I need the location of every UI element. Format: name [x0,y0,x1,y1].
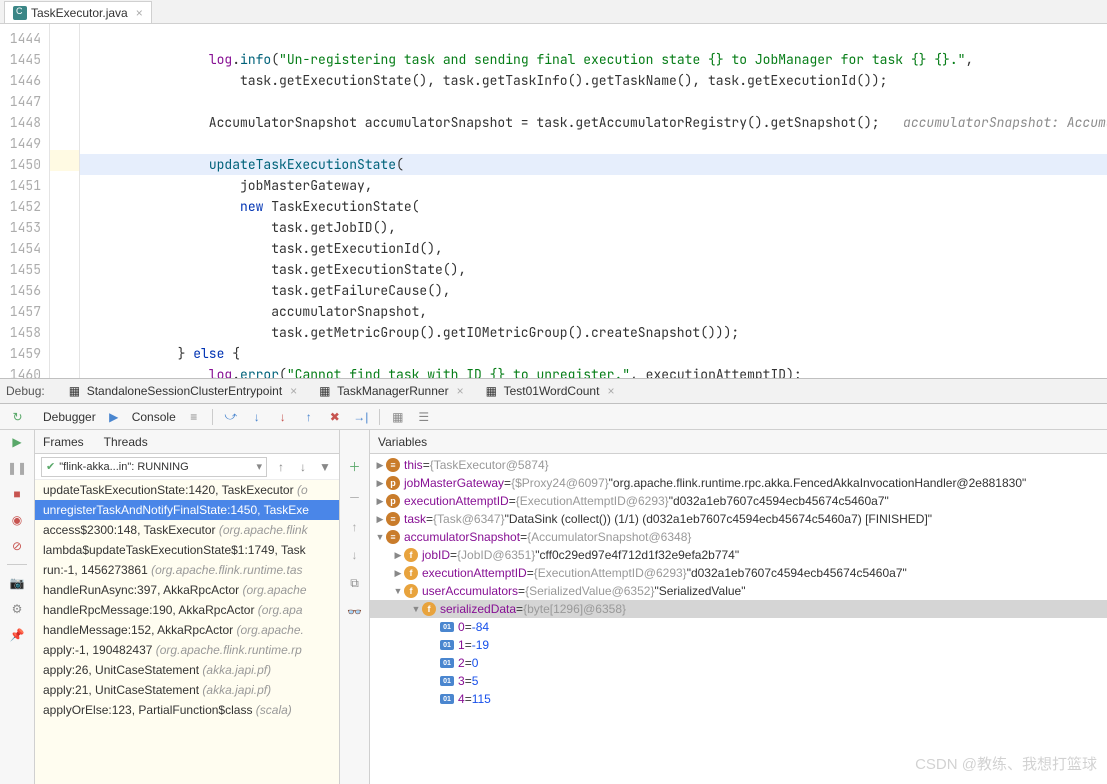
frame-item[interactable]: updateTaskExecutionState:1420, TaskExecu… [35,480,339,500]
debug-side-toolbar: ▶ ❚❚ ■ ◉ ⊘ 📷 ⚙ 📌 [0,430,35,784]
file-tab-label: TaskExecutor.java [31,6,128,20]
run-icon: ▦ [486,384,500,398]
variable-row[interactable]: ▶fjobID = {JobID@6351} "cff0c29ed97e4f71… [370,546,1107,564]
chevron-down-icon: ▾ [256,460,262,473]
resume-icon[interactable]: ▶ [9,434,25,450]
up-icon[interactable]: ↑ [352,520,358,534]
tab-console[interactable]: Console [132,410,176,424]
view-breakpoints-icon[interactable]: ◉ [9,512,25,528]
variable-row[interactable]: 014 = 115 [370,690,1107,708]
frame-item[interactable]: applyOrElse:123, PartialFunction$class (… [35,700,339,720]
variables-header: Variables [370,430,1107,454]
run-icon: ▦ [69,384,83,398]
step-into-icon[interactable]: ↓ [249,409,265,425]
pause-icon[interactable]: ❚❚ [9,460,25,476]
run-config-taskmanager[interactable]: ▦ TaskManagerRunner × [313,382,469,400]
variable-row[interactable]: 010 = -84 [370,618,1107,636]
variables-panel: Variables ▶≡this = {TaskExecutor@5874}▶p… [370,430,1107,784]
frame-item[interactable]: handleMessage:152, AkkaRpcActor (org.apa… [35,620,339,640]
line-number-gutter: 1444144514461447144814491450145114521453… [0,24,50,378]
mute-breakpoints-icon[interactable]: ⊘ [9,538,25,554]
code-editor[interactable]: 1444144514461447144814491450145114521453… [0,24,1107,378]
thread-selector-row: ✔ "flink-akka...in": RUNNING ▾ ↑ ↓ ▼ [35,454,339,480]
snapshot-icon[interactable]: 📷 [9,575,25,591]
frames-tab[interactable]: Frames [43,435,84,449]
threads-tab[interactable]: Threads [104,435,148,449]
prev-frame-icon[interactable]: ↑ [273,459,289,475]
force-step-into-icon[interactable]: ↓ [275,409,291,425]
variable-row[interactable]: 011 = -19 [370,636,1107,654]
frame-item[interactable]: apply:21, UnitCaseStatement (akka.japi.p… [35,680,339,700]
next-frame-icon[interactable]: ↓ [295,459,311,475]
run-icon: ▦ [319,384,333,398]
frame-item[interactable]: handleRpcMessage:190, AkkaRpcActor (org.… [35,600,339,620]
variable-row[interactable]: ▶pexecutionAttemptID = {ExecutionAttempt… [370,492,1107,510]
variable-row[interactable]: ▶≡task = {Task@6347} "DataSink (collect(… [370,510,1107,528]
frames-header: Frames Threads [35,430,339,454]
down-icon[interactable]: ↓ [352,548,358,562]
frame-item[interactable]: access$2300:148, TaskExecutor (org.apach… [35,520,339,540]
breakpoint-gutter[interactable] [50,24,80,378]
variable-row[interactable]: ▼fuserAccumulators = {SerializedValue@63… [370,582,1107,600]
copy-icon[interactable]: ⧉ [350,576,359,591]
run-config-standalone[interactable]: ▦ StandaloneSessionClusterEntrypoint × [63,382,303,400]
frames-panel: Frames Threads ✔ "flink-akka...in": RUNN… [35,430,340,784]
frame-item[interactable]: apply:26, UnitCaseStatement (akka.japi.p… [35,660,339,680]
stop-icon[interactable]: ■ [9,486,25,502]
pin-icon[interactable]: 📌 [9,627,25,643]
variable-row[interactable]: ▶≡this = {TaskExecutor@5874} [370,456,1107,474]
step-over-icon[interactable]: ⤻ [223,409,239,425]
run-config-test01[interactable]: ▦ Test01WordCount × [480,382,621,400]
drop-frame-icon[interactable]: ✖ [327,409,343,425]
add-watch-icon[interactable]: ＋ [348,458,360,475]
close-icon[interactable]: × [607,384,614,398]
frame-item[interactable]: run:-1, 1456273861 (org.apache.flink.run… [35,560,339,580]
variables-toolbar: ＋ － ↑ ↓ ⧉ 👓 [340,430,370,784]
variable-row[interactable]: ▼fserializedData = {byte[1296]@6358} [370,600,1107,618]
threads-icon[interactable]: ≡ [186,409,202,425]
variable-row[interactable]: ▼≡accumulatorSnapshot = {AccumulatorSnap… [370,528,1107,546]
trace-icon[interactable]: ☰ [416,409,432,425]
thread-select[interactable]: ✔ "flink-akka...in": RUNNING ▾ [41,457,267,477]
debug-label: Debug: [6,384,45,398]
code-body[interactable]: log.info("Un-registering task and sendin… [80,24,1107,378]
tab-debugger[interactable]: Debugger [43,410,96,424]
frame-item[interactable]: lambda$updateTaskExecutionState$1:1749, … [35,540,339,560]
step-out-icon[interactable]: ↑ [301,409,317,425]
debug-panels: ▶ ❚❚ ■ ◉ ⊘ 📷 ⚙ 📌 Frames Threads ✔ "flink… [0,430,1107,784]
variable-row[interactable]: 012 = 0 [370,654,1107,672]
close-icon[interactable]: × [290,384,297,398]
debug-run-bar: Debug: ▦ StandaloneSessionClusterEntrypo… [0,378,1107,404]
debug-toolbar: ↻ Debugger ▶ Console ≡ ⤻ ↓ ↓ ↑ ✖ →| ▦ ☰ [0,404,1107,430]
console-icon: ▶ [106,409,122,425]
remove-watch-icon[interactable]: － [348,489,360,506]
frame-item[interactable]: handleRunAsync:397, AkkaRpcActor (org.ap… [35,580,339,600]
frame-list[interactable]: updateTaskExecutionState:1420, TaskExecu… [35,480,339,784]
editor-tab-bar: TaskExecutor.java × [0,0,1107,24]
watermark: CSDN @教练、我想打篮球 [915,753,1097,774]
variable-row[interactable]: ▶pjobMasterGateway = {$Proxy24@6097} "or… [370,474,1107,492]
java-class-icon [13,6,27,20]
glasses-icon[interactable]: 👓 [347,605,362,619]
run-to-cursor-icon[interactable]: →| [353,409,369,425]
close-icon[interactable]: × [136,6,143,20]
variable-row[interactable]: 013 = 5 [370,672,1107,690]
frame-item[interactable]: unregisterTaskAndNotifyFinalState:1450, … [35,500,339,520]
settings-icon[interactable]: ⚙ [9,601,25,617]
check-icon: ✔ [46,460,55,473]
rerun-icon[interactable]: ↻ [12,410,22,424]
frame-item[interactable]: apply:-1, 190482437 (org.apache.flink.ru… [35,640,339,660]
variables-tree[interactable]: ▶≡this = {TaskExecutor@5874}▶pjobMasterG… [370,454,1107,784]
close-icon[interactable]: × [457,384,464,398]
file-tab-taskexecutor[interactable]: TaskExecutor.java × [4,1,152,23]
variables-label: Variables [378,435,427,449]
filter-icon[interactable]: ▼ [317,459,333,475]
variable-row[interactable]: ▶fexecutionAttemptID = {ExecutionAttempt… [370,564,1107,582]
evaluate-icon[interactable]: ▦ [390,409,406,425]
